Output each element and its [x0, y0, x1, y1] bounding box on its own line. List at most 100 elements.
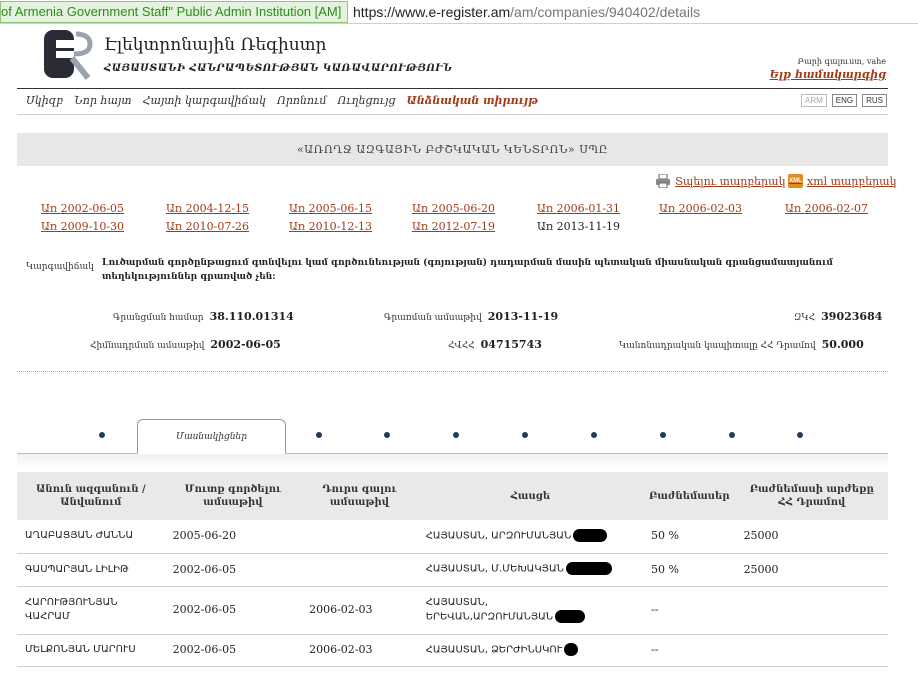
entry-date: 2002-06-05 — [164, 586, 302, 635]
tab-dot[interactable] — [660, 432, 666, 438]
date-link[interactable]: Առ 2005-06-15 — [289, 202, 372, 215]
address: ՀԱՅԱՍՏԱՆ, ՁԵՐԺԻՆՍԿՈՒ — [417, 634, 643, 667]
table-row: ՄԵԼՔՈՆՅԱՆ ՄԱՐՈՒՍ 2002-06-05 2006-02-03 Հ… — [17, 634, 888, 667]
exit-date: 2006-02-03 — [301, 634, 418, 667]
header-share-value: Բաժնեմասի արժեքը ՀՀ Դրամով — [735, 472, 888, 520]
nav-divider-bottom — [17, 114, 888, 115]
record-date-label: Գրառման ամսաթիվ — [384, 313, 482, 323]
record-date: Գրառման ամսաթիվ 2013-11-19 — [384, 310, 558, 323]
print-version-link[interactable]: Տպելու տարբերակ — [655, 174, 785, 188]
address-bar[interactable]: of Armenia Government Staff" Public Admi… — [0, 0, 918, 24]
tab-dot[interactable] — [797, 432, 803, 438]
logout-link[interactable]: Ելք համակարգից — [770, 68, 886, 81]
company-name: «ԱՌՈՂՋ ԱԶԳԱՅԻՆ ԲԺՇԿԱԿԱՆ ԿԵՆՏՐՈՆ» ՍՊԸ — [296, 143, 609, 156]
header-name: Անուն ազգանուն / Անվանում — [17, 472, 165, 520]
nav-item-search[interactable]: Որոնում — [277, 94, 327, 107]
address-text: ՀԱՅԱՍՏԱՆ, ՁԵՐԺԻՆՍԿՈՒ — [425, 644, 563, 656]
redaction-mark — [564, 642, 579, 656]
share-percent: -- — [643, 586, 736, 635]
site-title: Էլեկտրոնային Ռեգիստր — [104, 35, 327, 55]
nav-divider-top — [17, 88, 888, 89]
registration-number-value: 38.110.01314 — [209, 310, 294, 323]
participants-table: Անուն ազգանուն / Անվանում Մուտք գործելու… — [17, 472, 888, 667]
url-path: /am/companies/940402/details — [510, 3, 701, 20]
nav-item-new-application[interactable]: Նոր հայտ — [74, 94, 132, 107]
tax-id-label: ՀՎՀՀ — [448, 341, 475, 351]
entry-date: 2005-06-20 — [164, 520, 302, 554]
address: ՀԱՅԱՍՏԱՆ, Մ.ՄԵԽԱԿՅԱՆ — [417, 553, 643, 587]
ev-certificate-badge[interactable]: of Armenia Government Staff" Public Admi… — [0, 0, 348, 23]
url-host: https://www.e-register.am — [353, 3, 511, 20]
date-link[interactable]: Առ 2006-01-31 — [537, 202, 620, 215]
address-line1: ՀԱՅԱՍՏԱՆ, — [425, 596, 488, 608]
nav-item-guide[interactable]: Ուղեցույց — [338, 94, 396, 107]
table-row: ՀԱՐՈՒԹՅՈՒՆՅԱՆ ՎԱՀՐԱՄ 2002-06-05 2006-02-… — [17, 586, 888, 635]
exit-date — [301, 520, 418, 554]
table-row: ԳԱՍՊԱՐՅԱՆ ԼԻԼԻԹ 2002-06-05 ՀԱՅԱՍՏԱՆ, Մ.Մ… — [17, 553, 888, 587]
tab-dot[interactable] — [99, 432, 105, 438]
date-link[interactable]: Առ 2005-06-20 — [412, 202, 495, 215]
date-link[interactable]: Առ 2006-02-07 — [785, 202, 868, 215]
e-register-logo-icon[interactable] — [42, 28, 94, 80]
tab-participants-label: Մասնակիցներ — [176, 431, 247, 442]
tax-id: ՀՎՀՀ 04715743 — [448, 338, 542, 351]
date-link[interactable]: Առ 2002-06-05 — [41, 202, 124, 215]
redaction-mark — [573, 529, 608, 542]
tab-participants[interactable]: Մասնակիցներ — [137, 419, 286, 454]
participant-name: ԳԱՍՊԱՐՅԱՆ ԼԻԼԻԹ — [17, 553, 165, 587]
url-text[interactable]: https://www.e-register.am/am/companies/9… — [353, 4, 700, 20]
registration-number: Գրանցման համար 38.110.01314 — [113, 310, 294, 323]
nav-item-application-status[interactable]: Հայտի կարգավիճակ — [143, 94, 266, 107]
xml-version-label: xml տարբերակ — [807, 174, 897, 188]
date-link[interactable]: Առ 2010-12-13 — [289, 220, 372, 233]
tax-id-value: 04715743 — [480, 338, 542, 351]
company-name-bar: «ԱՌՈՂՋ ԱԶԳԱՅԻՆ ԲԺՇԿԱԿԱՆ ԿԵՆՏՐՈՆ» ՍՊԸ — [17, 133, 888, 166]
lang-eng-button[interactable]: ENG — [831, 94, 858, 107]
redaction-mark — [565, 562, 612, 576]
tab-dot[interactable] — [453, 432, 459, 438]
tab-dot[interactable] — [384, 432, 390, 438]
address: ՀԱՅԱՍՏԱՆ, ԵՐԵՎԱՆ,ԱՐԶՈՒՄԱՆՅԱՆ — [417, 586, 643, 635]
xml-version-link[interactable]: XML xml տարբերակ — [788, 174, 897, 188]
date-link[interactable]: Առ 2006-02-03 — [659, 202, 742, 215]
xml-icon: XML — [788, 174, 803, 188]
tab-dot[interactable] — [522, 432, 528, 438]
table-header-row: Անուն ազգանուն / Անվանում Մուտք գործելու… — [17, 472, 888, 520]
main-nav: Սկիզբ Նոր հայտ Հայտի կարգավիճակ Որոնում … — [26, 94, 549, 107]
site-subtitle: ՀԱՅԱՍՏԱՆԻ ՀԱՆՐԱՊԵՏՈՒԹՅԱՆ ԿԱՌԱՎԱՐՈՒԹՅՈՒՆ — [104, 63, 453, 74]
participant-name: ՄԵԼՔՈՆՅԱՆ ՄԱՐՈՒՍ — [17, 634, 165, 667]
printer-icon — [656, 174, 670, 188]
date-link[interactable]: Առ 2004-12-15 — [166, 202, 249, 215]
address: ՀԱՅԱՍՏԱՆ, ԱՐԶՈՒՄԱՆՅԱՆ — [417, 520, 643, 554]
lang-rus-button[interactable]: RUS — [862, 94, 887, 107]
participant-name: ՀԱՐՈՒԹՅՈՒՆՅԱՆ ՎԱՀՐԱՄ — [17, 586, 165, 635]
date-link[interactable]: Առ 2010-07-26 — [166, 220, 249, 233]
print-version-label: Տպելու տարբերակ — [675, 174, 786, 188]
header-exit-date: Դուրս գալու ամսաթիվ — [301, 472, 418, 520]
registration-number-label: Գրանցման համար — [113, 313, 204, 323]
tab-dot[interactable] — [316, 432, 322, 438]
date-link[interactable]: Առ 2009-10-30 — [41, 220, 124, 233]
tab-dot[interactable] — [729, 432, 735, 438]
lang-arm-button[interactable]: ARM — [800, 94, 827, 107]
address-text: ՀԱՅԱՍՏԱՆ, Մ.ՄԵԽԱԿՅԱՆ — [425, 563, 564, 575]
redaction-mark — [555, 609, 586, 623]
share-percent: 50 % — [643, 553, 736, 587]
nav-item-personal-area[interactable]: Անձնական տիրույթ — [407, 94, 538, 107]
share-value: 25000 — [735, 520, 888, 554]
date-link[interactable]: Առ 2012-07-19 — [412, 220, 495, 233]
language-switcher: ARM ENG RUS — [800, 94, 887, 107]
entry-date: 2002-06-05 — [164, 634, 302, 667]
address-line2: ԵՐԵՎԱՆ,ԱՐԶՈՒՄԱՆՅԱՆ — [425, 611, 554, 623]
date-current: Առ 2013-11-19 — [537, 220, 621, 233]
charter-capital-label: Կանոնադրական կապիտալը ՀՀ Դրամով — [619, 341, 816, 351]
share-value — [735, 634, 888, 667]
share-value: 25000 — [735, 553, 888, 587]
nav-item-home[interactable]: Սկիզբ — [26, 94, 63, 107]
charter-capital: Կանոնադրական կապիտալը ՀՀ Դրամով 50.000 — [619, 338, 864, 351]
share-percent: 50 % — [643, 520, 736, 554]
charter-capital-value: 50.000 — [821, 338, 864, 351]
header-entry-date: Մուտք գործելու ամսաթիվ — [164, 472, 302, 520]
tab-dot[interactable] — [591, 432, 597, 438]
participant-name: ԱՂԱԲԱՑՅԱՆ ԺԱՆՆԱ — [17, 520, 165, 554]
